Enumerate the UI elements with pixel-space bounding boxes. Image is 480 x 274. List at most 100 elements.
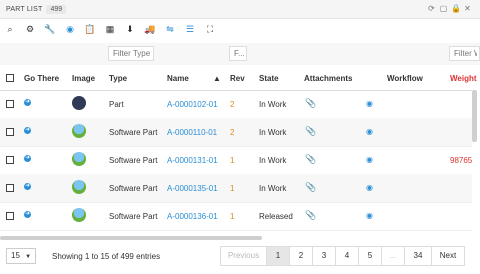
list-icon[interactable]: ☰ (180, 21, 200, 37)
part-image-robot (72, 96, 86, 110)
close-icon[interactable]: ✕ (463, 4, 472, 13)
page-button-5[interactable]: 5 (358, 246, 381, 266)
gear-icon[interactable]: ⚙ (20, 21, 40, 37)
cell-name-link[interactable]: A-0000110-01 (167, 128, 217, 137)
cell-type: Software Part (109, 212, 158, 221)
cell-state: In Work (259, 100, 287, 109)
entries-summary: Showing 1 to 15 of 499 entries (52, 252, 161, 261)
cell-type: Software Part (109, 184, 158, 193)
vertical-scrollbar[interactable] (472, 90, 477, 142)
page-size-select[interactable]: 15 ▼ (6, 248, 36, 264)
table-row[interactable]: ➜ Part A-0000102-01 2 In Work 📎 ◉ (0, 90, 472, 119)
window-titlebar: PART LIST 499 ⟳ ▢ 🔒 ✕ (0, 0, 480, 19)
page-button-4[interactable]: 4 (335, 246, 358, 266)
cell-rev: 1 (230, 184, 235, 193)
share-icon[interactable]: ⇋ (160, 21, 180, 37)
table-row[interactable]: ➜ Software Part A-0000135-01 1 In Work 📎… (0, 174, 472, 203)
col-name[interactable]: Name (167, 74, 189, 83)
part-image-globe (72, 124, 86, 138)
cell-state: In Work (259, 128, 287, 137)
cell-type: Part (109, 100, 124, 109)
download-icon[interactable]: ⬇ (120, 21, 140, 37)
cell-name-link[interactable]: A-0000136-01 (167, 212, 218, 221)
refresh-icon[interactable]: ⟳ (427, 4, 436, 13)
select-all-checkbox[interactable] (6, 74, 14, 82)
grid-icon[interactable]: ▦ (100, 21, 120, 37)
row-checkbox[interactable] (6, 100, 14, 108)
row-checkbox[interactable] (6, 128, 14, 136)
cell-name-link[interactable]: A-0000131-01 (167, 156, 218, 165)
col-rev[interactable]: Rev (230, 74, 245, 83)
row-checkbox[interactable] (6, 184, 14, 192)
paperclip-icon[interactable]: 📎 (305, 210, 316, 221)
count-badge: 499 (46, 4, 67, 14)
next-button[interactable]: Next (431, 246, 465, 266)
table-row[interactable]: ➜ Software Part A-0000136-01 1 Released … (0, 202, 472, 231)
cell-rev: 2 (230, 100, 235, 109)
cell-state: Released (259, 212, 293, 221)
page-button-3[interactable]: 3 (312, 246, 335, 266)
workflow-eye-icon[interactable]: ◉ (366, 211, 373, 220)
cell-name-link[interactable]: A-0000135-01 (167, 184, 218, 193)
page-size-value: 15 (11, 251, 20, 260)
paperclip-icon[interactable]: 📎 (305, 154, 316, 165)
col-state[interactable]: State (259, 74, 279, 83)
toolbar: ⌕ ⚙ 🔧 ◉ 📋 ▦ ⬇ 🚚 ⇋ ☰ ⛶ (0, 20, 480, 38)
workflow-eye-icon[interactable]: ◉ (366, 155, 373, 164)
cell-state: In Work (259, 156, 287, 165)
part-image-globe (72, 152, 86, 166)
paperclip-icon[interactable]: 📎 (305, 182, 316, 193)
pagination-bar: 15 ▼ Showing 1 to 15 of 499 entries Prev… (0, 242, 480, 272)
filter-name-input[interactable] (229, 46, 247, 61)
cell-state: In Work (259, 184, 287, 193)
go-there-icon[interactable]: ➜ (24, 127, 31, 134)
table-row[interactable]: ➜ Software Part A-0000110-01 2 In Work 📎… (0, 118, 472, 147)
col-attachments[interactable]: Attachments (304, 74, 352, 83)
sort-asc-icon[interactable]: ▲ (213, 74, 221, 83)
maximize-icon[interactable]: ▢ (439, 4, 448, 13)
col-type[interactable]: Type (109, 74, 127, 83)
col-image[interactable]: Image (72, 74, 95, 83)
search-icon[interactable]: ⌕ (0, 21, 20, 37)
go-there-icon[interactable]: ➜ (24, 183, 31, 190)
page-button-2[interactable]: 2 (289, 246, 312, 266)
cell-weight: 98765 (450, 156, 473, 165)
row-checkbox[interactable] (6, 212, 14, 220)
eye-icon[interactable]: ◉ (60, 21, 80, 37)
paperclip-icon[interactable]: 📎 (305, 126, 316, 137)
cell-type: Software Part (109, 128, 158, 137)
window-title: PART LIST (6, 5, 43, 13)
page-ellipsis: ... (381, 246, 404, 266)
window-controls: ⟳ ▢ 🔒 ✕ (427, 4, 472, 13)
lock-icon[interactable]: 🔒 (451, 4, 461, 13)
go-there-icon[interactable]: ➜ (24, 99, 31, 106)
expand-icon[interactable]: ⛶ (200, 21, 220, 37)
table-header: Go There Image Type Name ▲ Rev State Att… (0, 66, 477, 91)
workflow-eye-icon[interactable]: ◉ (366, 99, 373, 108)
cell-rev: 1 (230, 156, 235, 165)
cell-type: Software Part (109, 156, 158, 165)
go-there-icon[interactable]: ➜ (24, 211, 31, 218)
col-go-there[interactable]: Go There (24, 74, 59, 83)
filter-weight-input[interactable] (449, 46, 480, 61)
truck-icon[interactable]: 🚚 (140, 21, 160, 37)
workflow-eye-icon[interactable]: ◉ (366, 127, 373, 136)
wrench-icon[interactable]: 🔧 (40, 21, 60, 37)
col-workflow[interactable]: Workflow (387, 74, 423, 83)
part-image-globe (72, 208, 86, 222)
go-there-icon[interactable]: ➜ (24, 155, 31, 162)
workflow-eye-icon[interactable]: ◉ (366, 183, 373, 192)
horizontal-scrollbar[interactable] (0, 236, 262, 240)
page-button-1[interactable]: 1 (266, 246, 289, 266)
filter-type-input[interactable] (108, 46, 154, 61)
page-button-34[interactable]: 34 (404, 246, 431, 266)
paperclip-icon[interactable]: 📎 (305, 98, 316, 109)
previous-button[interactable]: Previous (220, 246, 266, 266)
filter-bar (0, 43, 480, 65)
table-row[interactable]: ➜ Software Part A-0000131-01 1 In Work 📎… (0, 146, 472, 175)
row-checkbox[interactable] (6, 156, 14, 164)
clipboard-icon[interactable]: 📋 (80, 21, 100, 37)
cell-name-link[interactable]: A-0000102-01 (167, 100, 218, 109)
cell-rev: 2 (230, 128, 235, 137)
col-weight[interactable]: Weight (450, 74, 477, 83)
